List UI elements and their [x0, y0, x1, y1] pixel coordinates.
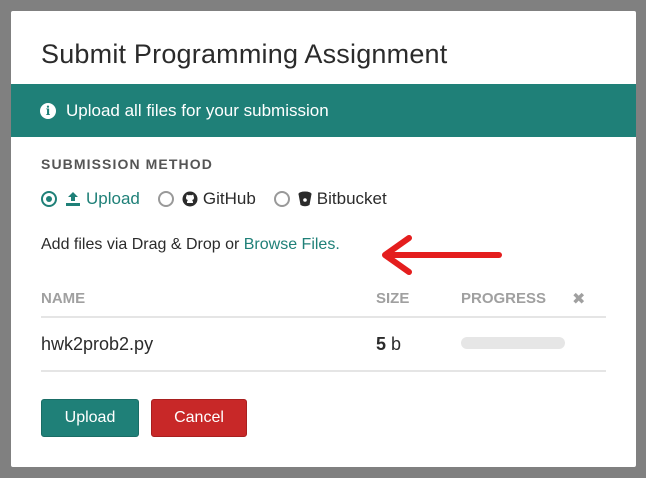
file-size-unit: b [391, 334, 402, 354]
upload-button[interactable]: Upload [41, 399, 139, 437]
method-label-bitbucket: Bitbucket [316, 189, 387, 208]
files-table-header: NAME SIZE PROGRESS ✖ [41, 279, 606, 318]
file-size: 5 b [376, 334, 401, 355]
submission-method-label: SUBMISSION METHOD [41, 156, 213, 172]
column-header-name: NAME [41, 290, 86, 307]
browse-files-link[interactable]: Browse Files. [244, 236, 340, 253]
method-option-bitbucket[interactable]: Bitbucket [273, 189, 387, 209]
column-header-size: SIZE [376, 290, 410, 307]
method-option-upload[interactable]: Upload [41, 189, 140, 209]
info-banner-text: Upload all files for your submission [66, 100, 329, 120]
method-label-github: GitHub [202, 189, 256, 208]
bitbucket-icon [298, 191, 312, 207]
file-name: hwk2prob2.py [41, 334, 154, 354]
add-files-text: Add files via Drag & Drop or [41, 236, 244, 253]
file-size-value: 5 [376, 334, 387, 354]
method-option-github[interactable]: GitHub [157, 189, 256, 209]
radio-upload[interactable] [41, 191, 57, 207]
column-header-progress: PROGRESS [461, 290, 547, 307]
submission-method-options: Upload GitHub Bitbucket [41, 188, 405, 210]
modal-title: Submit Programming Assignment [41, 39, 448, 69]
upload-icon [65, 191, 81, 207]
upload-progress-bar [461, 337, 565, 349]
radio-bitbucket[interactable] [273, 191, 290, 207]
table-row: hwk2prob2.py 5 b [41, 318, 606, 372]
cancel-button[interactable]: Cancel [151, 399, 247, 437]
add-files-instruction: Add files via Drag & Drop or Browse File… [41, 236, 340, 254]
method-label-upload: Upload [86, 189, 140, 208]
info-banner: i Upload all files for your submission [11, 84, 636, 137]
radio-github[interactable] [157, 191, 174, 207]
submit-assignment-modal: Submit Programming Assignment i Upload a… [11, 11, 636, 467]
red-arrow-annotation [382, 235, 502, 275]
github-icon [182, 191, 198, 207]
info-icon: i [40, 102, 56, 119]
remove-all-files-icon[interactable]: ✖ [572, 289, 585, 309]
